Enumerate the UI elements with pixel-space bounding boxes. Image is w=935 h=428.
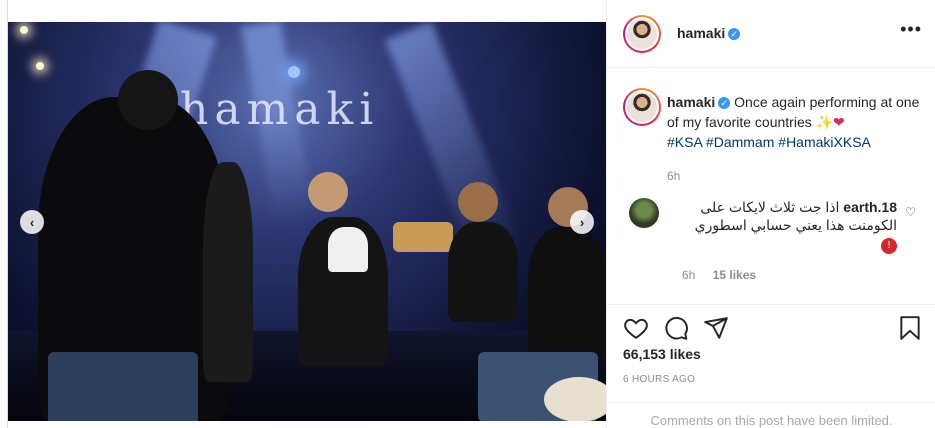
caption-emojis: ✨❤	[815, 114, 845, 130]
post-caption: hamaki ✓ Once again performing at one of …	[667, 92, 927, 186]
like-comment-button[interactable]: ♡	[905, 205, 916, 219]
comment-icon	[665, 316, 688, 340]
like-button[interactable]	[623, 315, 649, 341]
author-username[interactable]: hamaki	[677, 25, 725, 41]
comment-likes[interactable]: 15 likes	[713, 268, 756, 282]
comments-limited-notice: Comments on this post have been limited.	[607, 402, 935, 428]
share-button[interactable]	[703, 315, 729, 341]
share-icon	[704, 317, 728, 339]
verified-badge-icon: ✓	[728, 27, 741, 40]
hashtag-link[interactable]: #Dammam	[706, 134, 774, 150]
comment-button[interactable]	[663, 315, 689, 341]
save-button[interactable]	[897, 315, 923, 341]
heart-outline-icon: ♡	[905, 205, 916, 219]
comment-meta: 6h 15 likes	[682, 268, 756, 282]
post-header: hamaki ✓ •••	[607, 0, 935, 68]
caption-username[interactable]: hamaki	[667, 94, 715, 110]
carousel-next-button[interactable]: ›	[570, 210, 594, 234]
caption-avatar[interactable]	[623, 88, 661, 126]
more-options-button[interactable]: •••	[900, 20, 922, 38]
chevron-right-icon: ›	[579, 214, 585, 230]
more-icon: •••	[900, 19, 922, 39]
post-card: hamaki ‹ › hamaki ✓ ••• hamaki ✓ Once ag…	[7, 0, 935, 428]
hashtag-link[interactable]: #HamakiXKSA	[778, 134, 871, 150]
angry-face-emoji: !	[881, 238, 897, 254]
verified-badge-icon: ✓	[718, 97, 731, 110]
carousel-prev-button[interactable]: ‹	[20, 210, 44, 234]
comment-username[interactable]: earth.18	[843, 199, 897, 215]
likes-count[interactable]: 66,153 likes	[623, 346, 701, 362]
action-bar	[607, 304, 935, 340]
post-image[interactable]: hamaki ‹ ›	[8, 22, 606, 421]
stage-backdrop-text: hamaki	[180, 84, 380, 135]
hashtag-link[interactable]: #KSA	[667, 134, 702, 150]
comment-item: earth.18 اذا جت ثلاث لايكات على الكومنت …	[667, 198, 897, 254]
heart-icon	[624, 318, 648, 339]
comment-time[interactable]: 6h	[682, 268, 695, 282]
author-avatar[interactable]	[623, 15, 661, 53]
caption-time[interactable]: 6h	[667, 166, 927, 186]
bookmark-icon	[900, 316, 920, 340]
commenter-avatar[interactable]	[629, 198, 659, 228]
chevron-left-icon: ‹	[29, 214, 35, 230]
post-time-ago[interactable]: 6 HOURS AGO	[623, 374, 695, 385]
post-sidebar: hamaki ✓ ••• hamaki ✓ Once again performin…	[606, 0, 935, 428]
